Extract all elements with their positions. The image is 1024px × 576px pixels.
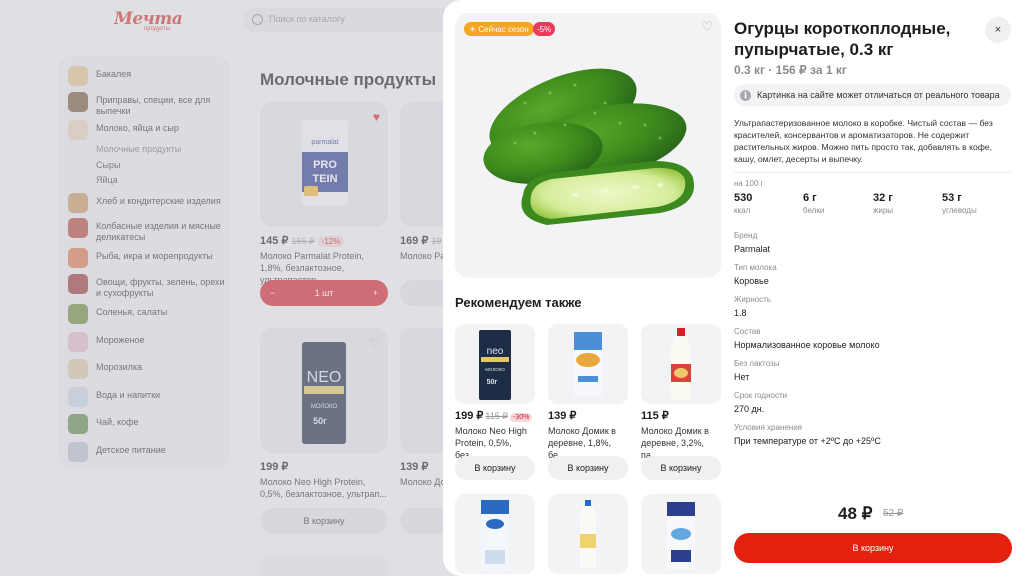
discount-badge: -5%: [533, 22, 556, 36]
old-price: 52 ₽: [883, 508, 904, 519]
attribute-label: Состав: [734, 327, 761, 336]
product-image: [455, 494, 535, 574]
attribute-label: Жирность: [734, 295, 772, 304]
current-price: 48 ₽: [838, 504, 873, 523]
close-button[interactable]: ×: [985, 17, 1011, 43]
nutrition-kcal: 530 ккал: [734, 192, 752, 215]
card-price-value: 115 ₽: [641, 410, 669, 422]
attribute-composition: Состав Нормализованное коровье молоко: [734, 327, 880, 350]
recommend-title: Рекомендуем также: [455, 295, 582, 310]
nutrition-value: 32 г: [873, 192, 893, 204]
card-price: 139 ₽: [548, 409, 576, 422]
close-icon: ×: [994, 24, 1002, 36]
attribute-storage: Условия хранения При температуре от +2ºС…: [734, 423, 881, 446]
card-old-price: 115 ₽: [485, 411, 508, 421]
attribute-value: 1.8: [734, 308, 747, 318]
add-to-cart-button[interactable]: В корзину: [455, 456, 535, 480]
product-image: [548, 324, 628, 404]
season-badge: ☀ Сейчас сезон: [464, 22, 534, 36]
nutrition-value: 53 г: [942, 192, 962, 204]
product-description: Ультрапастеризованное молоко в коробке. …: [734, 118, 993, 164]
attribute-label: Условия хранения: [734, 423, 803, 432]
attribute-value: Нет: [734, 372, 750, 382]
product-modal: ☀ Сейчас сезон -5% ♡ Рекомендуем также n…: [443, 0, 1024, 576]
nutrition-label: жиры: [873, 206, 894, 215]
attribute-fat: Жирность 1.8: [734, 295, 771, 318]
attribute-value: Коровье: [734, 276, 769, 286]
attribute-brand: Бренд Parmalat: [734, 231, 770, 254]
attribute-milk-type: Тип молока Коровье: [734, 263, 777, 286]
product-title: Огурцы короткоплодные, пупырчатые, 0.3 к…: [734, 19, 951, 59]
product-photo: ☀ Сейчас сезон -5% ♡: [455, 13, 721, 278]
nutrition-value: 6 г: [803, 192, 817, 204]
card-price-value: 199 ₽: [455, 410, 484, 422]
attribute-lactose-free: Без лактозы Нет: [734, 359, 779, 382]
nutrition-label: углеводы: [942, 206, 977, 215]
product-image: [641, 324, 721, 404]
attribute-shelf-life: Срок годности 270 дн.: [734, 391, 787, 414]
nutrition-per-100g: на 100 г: [734, 179, 764, 188]
divider: [734, 172, 1011, 173]
nutrition-protein: 6 г белки: [803, 192, 824, 215]
product-image: neo МОЛОКО 50г: [455, 324, 535, 404]
nutrition-value: 530: [734, 192, 753, 204]
product-image: [641, 494, 721, 574]
product-image: [548, 494, 628, 574]
image-disclaimer: i Картинка на сайте может отличаться от …: [734, 84, 1011, 106]
card-discount-badge: -30%: [510, 413, 533, 422]
nutrition-label: ккал: [734, 206, 751, 215]
nutrition-label: белки: [803, 206, 825, 215]
attribute-value: При температуре от +2ºС до +25ºС: [734, 436, 881, 446]
add-to-cart-button[interactable]: В корзину: [641, 456, 721, 480]
svg-text:neo: neo: [487, 346, 504, 357]
cucumber-image: [483, 68, 695, 225]
nutrition-carbs: 53 г углеводы: [942, 192, 977, 215]
card-price-value: 139 ₽: [548, 410, 577, 422]
weight-and-unit-price: 0.3 кг · 156 ₽ за 1 кг: [734, 63, 847, 77]
card-price: 115 ₽: [641, 409, 669, 422]
add-to-cart-button[interactable]: В корзину: [548, 456, 628, 480]
attribute-label: Бренд: [734, 231, 758, 240]
attribute-value: 270 дн.: [734, 404, 765, 414]
disclaimer-text: Картинка на сайте может отличаться от ре…: [757, 90, 1000, 100]
svg-text:50г: 50г: [487, 379, 498, 386]
favorite-heart-icon[interactable]: ♡: [701, 19, 713, 35]
nutrition-fat: 32 г жиры: [873, 192, 893, 215]
attribute-label: Срок годности: [734, 391, 788, 400]
add-to-cart-button[interactable]: В корзину: [734, 533, 1012, 563]
attribute-label: Без лактозы: [734, 359, 780, 368]
attribute-label: Тип молока: [734, 263, 777, 272]
attribute-value: Нормализованное коровье молоко: [734, 340, 880, 350]
info-icon: i: [740, 89, 751, 101]
attribute-value: Parmalat: [734, 244, 771, 254]
svg-text:МОЛОКО: МОЛОКО: [485, 367, 505, 372]
card-price: 199 ₽115 ₽ -30%: [455, 409, 533, 422]
